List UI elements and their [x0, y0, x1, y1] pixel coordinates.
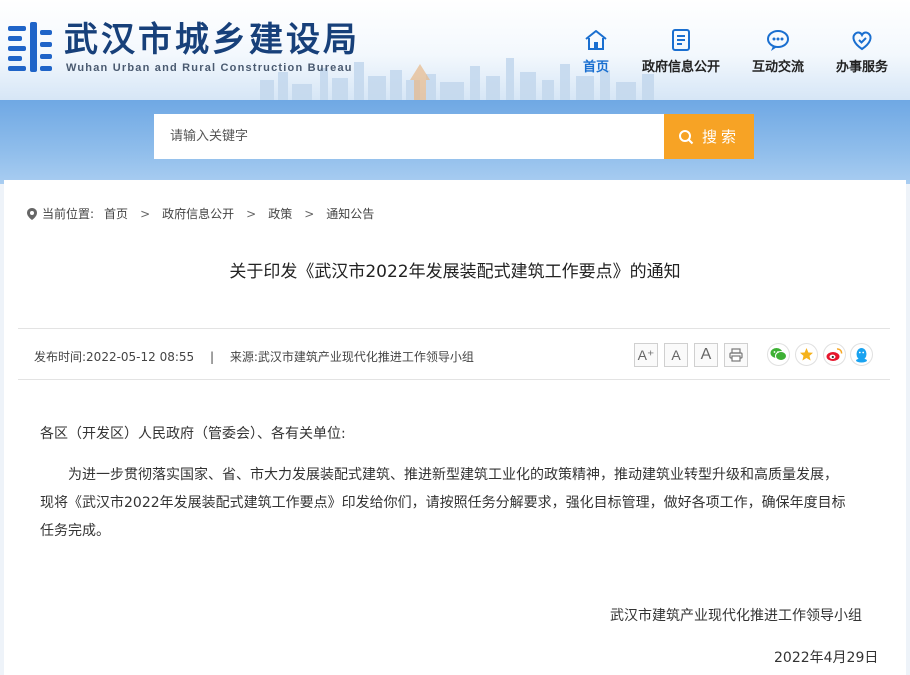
breadcrumb: 当前位置: 首页 > 政府信息公开 > 政策 > 通知公告 [26, 205, 374, 222]
font-reset-button[interactable]: A [664, 343, 688, 367]
nav-home[interactable]: 首页 [572, 28, 620, 78]
nav-gov-info[interactable]: 政府信息公开 [636, 28, 726, 78]
font-reset-icon: A [671, 347, 681, 363]
font-increase-icon: A⁺ [637, 346, 655, 363]
share-weibo-button[interactable] [823, 343, 846, 366]
article-meta: 发布时间:2022-05-12 08:55 | 来源:武汉市建筑产业现代化推进工… [34, 348, 474, 365]
nav-label: 首页 [582, 60, 609, 75]
nav-interaction[interactable]: 互动交流 [746, 28, 810, 78]
location-pin-icon [27, 207, 37, 220]
site-subtitle: Wuhan Urban and Rural Construction Burea… [66, 62, 353, 74]
signature: 武汉市建筑产业现代化推进工作领导小组 [610, 608, 862, 624]
share-wechat-button[interactable] [767, 343, 790, 366]
breadcrumb-separator: > [246, 206, 257, 221]
qzone-icon [800, 348, 813, 361]
nav-services[interactable]: 办事服务 [830, 28, 894, 78]
nav-label: 互动交流 [751, 60, 804, 75]
salutation: 各区（开发区）人民政府（管委会）、各有关单位: [40, 426, 346, 442]
body-line-2: 现将《武汉市2022年发展装配式建筑工作要点》印发给你们，请按照任务分解要求，强… [40, 495, 846, 511]
home-icon [585, 30, 607, 50]
meta-divider: | [210, 350, 215, 364]
nav-label: 办事服务 [835, 60, 888, 75]
breadcrumb-prefix: 当前位置: [42, 207, 95, 221]
document-icon [672, 29, 690, 51]
font-increase-button[interactable]: A⁺ [634, 343, 658, 367]
site-header: 武汉市城乡建设局 Wuhan Urban and Rural Construct… [0, 0, 910, 100]
article-title: 关于印发《武汉市2022年发展装配式建筑工作要点》的通知 [229, 262, 681, 282]
qq-icon [856, 347, 867, 362]
breadcrumb-separator: > [304, 206, 315, 221]
breadcrumb-gov-info[interactable]: 政府信息公开 [162, 205, 234, 222]
search-button-label: 搜索 [701, 128, 740, 146]
site-title: 武汉市城乡建设局 [64, 20, 360, 60]
bureau-logo [8, 22, 52, 72]
weibo-icon [826, 348, 843, 361]
font-decrease-button[interactable]: A [694, 343, 718, 367]
service-icon [852, 31, 872, 51]
wechat-icon [770, 348, 787, 361]
breadcrumb-policy[interactable]: 政策 [268, 205, 292, 222]
body-line-3: 任务完成。 [40, 523, 110, 539]
print-icon [729, 348, 743, 362]
nav-label: 政府信息公开 [641, 60, 720, 75]
print-button[interactable] [724, 343, 748, 367]
search-button[interactable]: 搜索 [664, 114, 754, 159]
article-date: 2022年4月29日 [774, 650, 879, 666]
share-qzone-button[interactable] [795, 343, 818, 366]
search-input[interactable] [154, 114, 664, 159]
font-decrease-icon: A [700, 346, 712, 363]
breadcrumb-separator: > [140, 206, 151, 221]
body-line-1: 为进一步贯彻落实国家、省、市大力发展装配式建筑、推进新型建筑工业化的政策精神，推… [68, 467, 838, 483]
chat-icon [767, 30, 789, 51]
article-source: 来源:武汉市建筑产业现代化推进工作领导小组 [229, 350, 474, 364]
breadcrumb-notices[interactable]: 通知公告 [326, 205, 374, 222]
breadcrumb-home[interactable]: 首页 [104, 205, 128, 222]
search-icon [678, 129, 694, 144]
publish-time: 发布时间:2022-05-12 08:55 [34, 350, 195, 364]
share-qq-button[interactable] [850, 343, 873, 366]
